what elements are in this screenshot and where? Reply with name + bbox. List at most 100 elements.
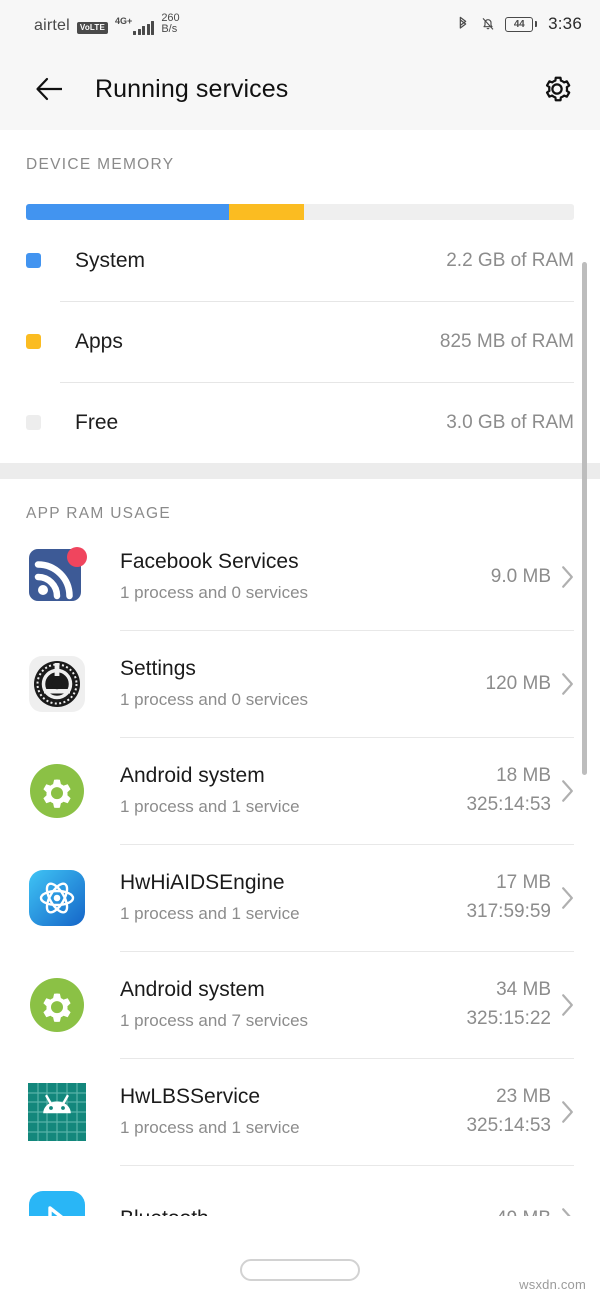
battery-icon: 44: [505, 16, 538, 32]
network-type-label: 4G+: [115, 16, 133, 26]
chevron-right-icon[interactable]: [561, 565, 574, 589]
settings-app-icon: [26, 653, 88, 715]
app-metrics: 120 MB: [486, 673, 551, 695]
gesture-home-pill[interactable]: [240, 1259, 360, 1281]
app-ram-usage-heading: APP RAM USAGE: [26, 505, 171, 522]
hwlbsservice-icon: [26, 1081, 88, 1143]
legend-label-free: Free: [75, 410, 119, 434]
chevron-right-icon[interactable]: [561, 672, 574, 696]
chevron-right-icon[interactable]: [561, 886, 574, 910]
legend-value-apps: 825 MB of RAM: [439, 330, 574, 352]
app-ram-size: 34 MB: [496, 979, 551, 1000]
legend-label-system: System: [75, 248, 146, 272]
app-name: Facebook Services: [120, 550, 299, 573]
legend-value-system: 2.2 GB of RAM: [446, 249, 574, 271]
chevron-right-icon[interactable]: [561, 779, 574, 803]
legend-label-apps: Apps: [75, 329, 123, 353]
notifications-muted-icon: [480, 15, 496, 33]
app-ram-row[interactable]: HwLBSService 1 process and 1 service 23 …: [26, 1058, 574, 1165]
chevron-right-icon[interactable]: [561, 1100, 574, 1124]
app-row-meta: 23 MB 325:14:53: [466, 1086, 574, 1137]
back-arrow-icon[interactable]: [30, 69, 70, 109]
app-ram-usage-list: Facebook Services 1 process and 0 servic…: [0, 523, 600, 1272]
battery-percent-label: 44: [513, 18, 525, 30]
status-bar: airtel VoLTE 4G+ 260 B/s 44 3:36: [0, 0, 600, 48]
network-speed: 260 B/s: [161, 13, 179, 35]
app-uptime: 325:15:22: [466, 1008, 551, 1029]
app-ram-size: 18 MB: [496, 765, 551, 786]
clock-label: 3:36: [548, 14, 582, 33]
app-ram-size: 9.0 MB: [490, 565, 551, 587]
chevron-right-icon[interactable]: [561, 993, 574, 1017]
legend-swatch-free: [26, 415, 41, 430]
app-row-meta: 17 MB 317:59:59: [466, 872, 574, 923]
app-name: Android system: [120, 764, 265, 787]
app-row-text: Settings 1 process and 0 services: [120, 657, 476, 710]
vertical-scrollbar[interactable]: [582, 262, 587, 775]
app-row-text: Facebook Services 1 process and 0 servic…: [120, 550, 481, 603]
app-metrics: 9.0 MB: [491, 566, 551, 588]
scroll-content[interactable]: DEVICE MEMORY System 2.2 GB of RAM Apps …: [0, 130, 600, 1300]
section-divider-band: [0, 463, 600, 479]
app-uptime: 325:14:53: [466, 1115, 551, 1136]
watermark-label: wsxdn.com: [519, 1277, 586, 1292]
app-process-summary: 1 process and 1 service: [120, 904, 300, 923]
android-system-icon: [26, 760, 88, 822]
facebook-services-icon: [26, 546, 88, 608]
app-row-meta: 18 MB 325:14:53: [466, 765, 574, 816]
android-system-icon: [26, 974, 88, 1036]
network-speed-unit: B/s: [161, 23, 178, 35]
app-metrics: 34 MB 325:15:22: [466, 979, 551, 1030]
memory-bar-segment-free: [304, 204, 574, 220]
hwhiaidsengine-icon: [26, 867, 88, 929]
legend-row-apps: Apps 825 MB of RAM: [26, 301, 574, 382]
memory-bar-segment-system: [26, 204, 230, 220]
settings-gear-icon[interactable]: [538, 70, 576, 108]
status-bar-left: airtel VoLTE 4G+ 260 B/s: [34, 13, 180, 35]
app-ram-row[interactable]: Settings 1 process and 0 services 120 MB: [26, 630, 574, 737]
app-ram-row[interactable]: Android system 1 process and 1 service 1…: [26, 737, 574, 844]
app-row-meta: 34 MB 325:15:22: [466, 979, 574, 1030]
page-title: Running services: [95, 74, 289, 103]
app-name: HwLBSService: [120, 1085, 261, 1108]
memory-legend: System 2.2 GB of RAM Apps 825 MB of RAM …: [26, 220, 574, 463]
app-row-text: Android system 1 process and 7 services: [120, 978, 456, 1031]
app-row-meta: 120 MB: [486, 672, 574, 696]
app-name: HwHiAIDSEngine: [120, 871, 285, 894]
app-ram-size: 120 MB: [485, 672, 551, 694]
volte-badge: VoLTE: [76, 22, 109, 34]
app-bar: Running services: [0, 48, 600, 130]
app-metrics: 18 MB 325:14:53: [466, 765, 551, 816]
app-row-text: HwLBSService 1 process and 1 service: [120, 1085, 456, 1138]
app-row-meta: 9.0 MB: [491, 565, 574, 589]
signal-strength-icon: 4G+: [115, 16, 155, 35]
app-name: Android system: [120, 978, 265, 1001]
legend-swatch-apps: [26, 334, 41, 349]
legend-row-free: Free 3.0 GB of RAM: [26, 382, 574, 463]
legend-row-system: System 2.2 GB of RAM: [26, 220, 574, 301]
app-process-summary: 1 process and 7 services: [120, 1011, 309, 1030]
app-ram-row[interactable]: Facebook Services 1 process and 0 servic…: [26, 523, 574, 630]
navigation-bar: [0, 1240, 600, 1300]
app-ram-row[interactable]: HwHiAIDSEngine 1 process and 1 service 1…: [26, 844, 574, 951]
app-row-text: Android system 1 process and 1 service: [120, 764, 456, 817]
bluetooth-icon: [455, 15, 471, 33]
signal-bars-icon: [133, 21, 155, 35]
memory-bar-segment-apps: [229, 204, 305, 220]
app-row-text: HwHiAIDSEngine 1 process and 1 service: [120, 871, 456, 924]
carrier-label: airtel: [34, 17, 70, 34]
app-process-summary: 1 process and 0 services: [120, 583, 309, 602]
status-bar-right: 44 3:36: [455, 14, 582, 34]
app-uptime: 325:14:53: [466, 794, 551, 815]
app-process-summary: 1 process and 1 service: [120, 797, 300, 816]
device-memory-heading: DEVICE MEMORY: [26, 156, 175, 173]
list-bottom-mask: [0, 1216, 600, 1240]
app-process-summary: 1 process and 0 services: [120, 690, 309, 709]
legend-swatch-system: [26, 253, 41, 268]
memory-usage-bar: [26, 204, 574, 220]
app-uptime: 317:59:59: [466, 901, 551, 922]
app-name: Settings: [120, 657, 196, 680]
app-ram-row[interactable]: Android system 1 process and 7 services …: [26, 951, 574, 1058]
app-ram-size: 17 MB: [496, 872, 551, 893]
app-ram-size: 23 MB: [496, 1086, 551, 1107]
